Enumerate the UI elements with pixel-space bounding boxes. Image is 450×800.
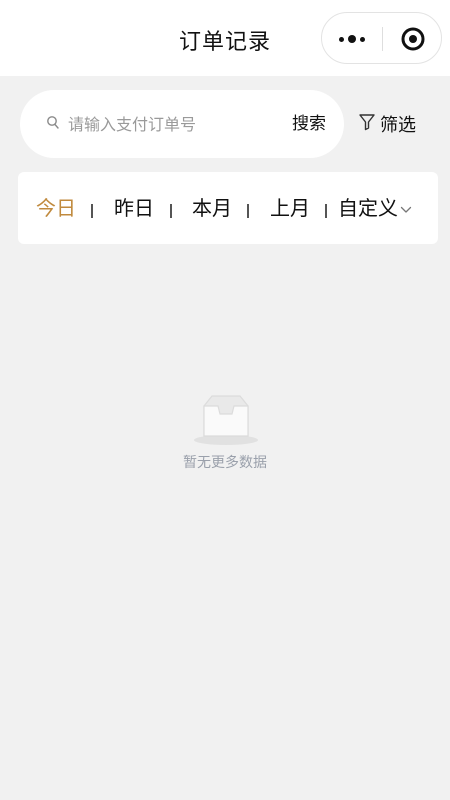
empty-box-icon <box>192 392 260 452</box>
filter-button[interactable]: 筛选 <box>358 106 438 142</box>
tab-separator <box>170 204 172 218</box>
nav-bar: 订单记录 <box>0 0 450 76</box>
search-button[interactable]: 搜索 <box>292 108 342 140</box>
tab-yesterday[interactable]: 昨日 <box>114 172 154 244</box>
search-icon <box>46 115 60 135</box>
search-bar: 搜索 <box>20 90 344 158</box>
filter-label: 筛选 <box>380 115 416 136</box>
tab-last-month[interactable]: 上月 <box>270 172 310 244</box>
mini-program-capsule <box>321 12 442 64</box>
tab-separator <box>247 204 249 218</box>
tab-separator <box>91 204 93 218</box>
tab-custom-label: 自定义 <box>338 196 398 220</box>
filter-icon <box>358 112 376 136</box>
tab-custom[interactable]: 自定义 <box>338 172 412 244</box>
tab-today[interactable]: 今日 <box>36 172 76 244</box>
close-target-icon[interactable] <box>383 13 443 65</box>
chevron-down-icon <box>400 172 412 244</box>
tab-separator <box>325 204 327 218</box>
order-records-page: 订单记录 搜索 <box>0 0 450 800</box>
tab-this-month[interactable]: 本月 <box>192 172 232 244</box>
empty-state-message: 暂无更多数据 <box>183 455 267 471</box>
date-range-tabs: 今日 昨日 本月 上月 自定义 <box>18 172 438 244</box>
more-menu-icon[interactable] <box>322 13 382 65</box>
order-number-input[interactable] <box>68 108 278 140</box>
